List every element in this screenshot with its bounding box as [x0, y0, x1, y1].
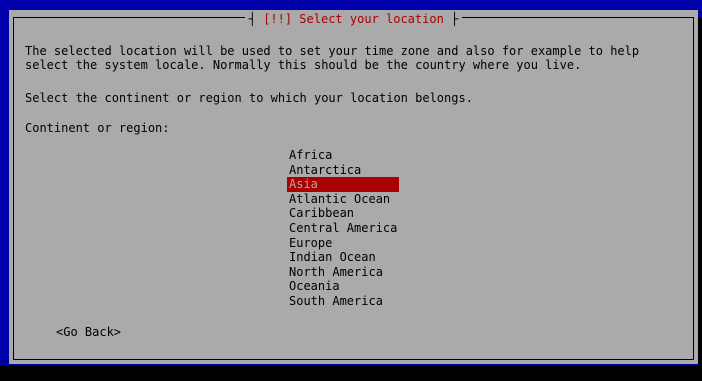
region-item-africa[interactable]: Africa	[287, 148, 399, 163]
dialog-shadow-right	[698, 18, 702, 365]
region-item-central-america[interactable]: Central America	[287, 221, 399, 236]
region-item-asia[interactable]: Asia	[287, 177, 399, 192]
bottom-bar	[0, 365, 702, 381]
description-line-2: select the system locale. Normally this …	[25, 58, 582, 72]
region-item-atlantic-ocean[interactable]: Atlantic Ocean	[287, 192, 399, 207]
region-list[interactable]: Africa Antarctica Asia Atlantic Ocean Ca…	[287, 148, 399, 309]
region-item-south-america[interactable]: South America	[287, 294, 399, 309]
region-item-europe[interactable]: Europe	[287, 236, 399, 251]
go-back-button[interactable]: <Go Back>	[56, 325, 121, 339]
continent-label: Continent or region:	[25, 121, 170, 135]
region-item-north-america[interactable]: North America	[287, 265, 399, 280]
description-line-1: The selected location will be used to se…	[25, 44, 640, 58]
region-item-indian-ocean[interactable]: Indian Ocean	[287, 250, 399, 265]
region-item-caribbean[interactable]: Caribbean	[287, 206, 399, 221]
region-item-oceania[interactable]: Oceania	[287, 279, 399, 294]
location-dialog: ┤ [!!] Select your location ├ The select…	[9, 10, 698, 364]
region-item-antarctica[interactable]: Antarctica	[287, 163, 399, 178]
region-prompt: Select the continent or region to which …	[25, 91, 473, 105]
